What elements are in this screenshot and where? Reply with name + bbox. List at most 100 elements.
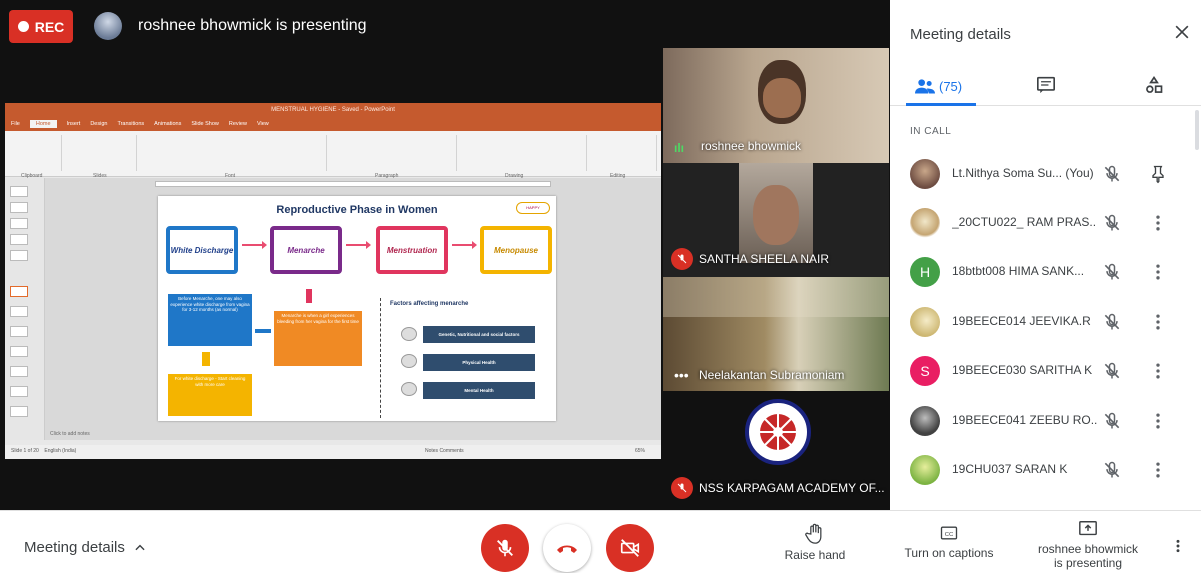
recording-badge[interactable]: REC: [9, 10, 73, 43]
activities-icon[interactable]: [1144, 75, 1164, 95]
tab-people[interactable]: (75): [915, 78, 962, 94]
meeting-details-panel: Meeting details (75) IN CALL Lt.Nithya S…: [890, 0, 1201, 510]
raise-hand-label: Raise hand: [784, 548, 846, 562]
dna-icon: [401, 327, 417, 341]
participant-tile[interactable]: SANTHA SHEELA NAIR: [663, 163, 889, 277]
participant-row[interactable]: _20CTU022_ RAM PRAS...: [890, 198, 1201, 248]
leave-call-button[interactable]: [543, 524, 591, 572]
note-menarche: Menarche is when a girl experiences blee…: [274, 311, 362, 366]
participant-row[interactable]: Lt.Nithya Soma Su... (You): [890, 149, 1201, 199]
hang-up-icon: [557, 545, 577, 553]
mic-off-icon: [1104, 461, 1120, 478]
slide-thumbnail-selected: [10, 286, 28, 297]
avatar: S: [910, 356, 940, 386]
ppt-tab: Insert: [66, 121, 81, 127]
panel-scrollbar[interactable]: [1195, 110, 1199, 150]
participant-name: 19BEECE014 JEEVIKA.R: [952, 314, 1091, 328]
arrow-icon: [242, 241, 267, 249]
brain-icon: [401, 382, 417, 396]
video-stage: REC roshnee bhowmick is presenting MENST…: [0, 0, 890, 510]
mic-off-indicator: [671, 248, 693, 270]
slide-thumbnail: [10, 234, 28, 245]
chat-icon[interactable]: [1036, 76, 1056, 94]
participant-name: 18btbt008 HIMA SANK...: [952, 264, 1085, 278]
chevron-up-icon: [135, 544, 145, 550]
svg-text:CC: CC: [945, 532, 953, 538]
more-vert-icon[interactable]: [1148, 411, 1168, 431]
shared-screen[interactable]: MENSTRUAL HYGIENE - Saved - PowerPoint F…: [5, 103, 661, 459]
more-dots-icon: •••: [674, 367, 689, 383]
raise-hand-button[interactable]: Raise hand: [783, 523, 847, 562]
participant-row[interactable]: 19BEECE014 JEEVIKA.R: [890, 297, 1201, 347]
tile-name: roshnee bhowmick: [701, 139, 802, 153]
section-label: IN CALL: [910, 126, 952, 137]
participant-row[interactable]: 19CHU037 SARAN K: [890, 445, 1201, 495]
mic-toggle-button[interactable]: [481, 524, 529, 572]
avatar: [910, 159, 940, 189]
participant-name-text: Lt.Nithya Soma Su...: [952, 166, 1063, 180]
more-vert-icon[interactable]: [1148, 262, 1168, 282]
ribbon-group: [62, 135, 137, 171]
slide-thumbnail: [10, 250, 28, 261]
nss-logo-icon: [745, 399, 811, 465]
tile-name: SANTHA SHEELA NAIR: [699, 252, 830, 266]
more-vert-icon[interactable]: [1170, 536, 1186, 556]
participant-name: 19BEECE041 ZEEBU RO...: [952, 413, 1097, 427]
pin-icon[interactable]: [1148, 164, 1168, 184]
status-slide-count: Slide 1 of 20: [11, 448, 39, 454]
participant-row[interactable]: S 19BEECE030 SARITHA K: [890, 346, 1201, 396]
slide-thumbnail: [10, 366, 28, 377]
ppt-title: MENSTRUAL HYGIENE - Saved - PowerPoint: [271, 107, 395, 113]
participant-row[interactable]: 19BEECE041 ZEEBU RO...: [890, 396, 1201, 446]
more-vert-icon[interactable]: [1148, 361, 1168, 381]
arrow-icon: [346, 241, 371, 249]
ribbon-group: [587, 135, 657, 171]
participant-tile[interactable]: ılı roshnee bhowmick: [663, 48, 889, 163]
participant-tile[interactable]: NSS KARPAGAM ACADEMY OF...: [663, 391, 889, 505]
presenter-banner: roshnee bhowmick is presenting: [138, 17, 367, 34]
slide-thumbnail: [10, 406, 28, 417]
ppt-tab: File: [11, 121, 20, 127]
ribbon-group: [327, 135, 457, 171]
panel-title: Meeting details: [910, 26, 1011, 43]
ppt-tab-active: Home: [29, 120, 57, 128]
more-vert-icon[interactable]: [1148, 312, 1168, 332]
participant-video: [663, 277, 889, 317]
present-screen-icon: [1079, 521, 1097, 536]
close-icon[interactable]: [1172, 22, 1192, 42]
ppt-tab: View: [256, 121, 269, 127]
down-arrow-icon: [306, 289, 312, 303]
note-yellow: For white discharge - Start cleaning wit…: [168, 374, 252, 416]
presenter-avatar: [94, 12, 122, 40]
captions-button[interactable]: CC Turn on captions: [899, 523, 999, 560]
current-slide: Reproductive Phase in Women HAPPY White …: [158, 196, 556, 421]
captions-label: Turn on captions: [904, 546, 994, 560]
avatar: [910, 208, 940, 238]
presenting-label-line2: is presenting: [1053, 556, 1123, 570]
people-icon: [915, 79, 935, 94]
active-tab-indicator: [906, 103, 976, 106]
mic-off-indicator: [671, 477, 693, 499]
camera-toggle-button[interactable]: [606, 524, 654, 572]
avatar: [910, 307, 940, 337]
meeting-details-button[interactable]: Meeting details: [24, 539, 147, 556]
ppt-ruler: [155, 181, 551, 187]
mic-off-icon: [1104, 412, 1120, 429]
slide-thumbnail: [10, 218, 28, 229]
participant-name: _20CTU022_ RAM PRAS...: [952, 215, 1097, 229]
ppt-ribbon: Clipboard Slides Font Paragraph Drawing …: [5, 131, 661, 179]
participant-name: 19BEECE030 SARITHA K: [952, 363, 1093, 377]
participant-row[interactable]: H 18btbt008 HIMA SANK...: [890, 247, 1201, 297]
note-white-discharge: Before Menarche, one may also experience…: [168, 294, 252, 346]
camera-off-icon: [620, 539, 640, 557]
slide-logo: HAPPY: [516, 202, 550, 214]
participant-tile[interactable]: ••• Neelakantan Subramoniam: [663, 277, 889, 391]
factor-row: Physical Health: [423, 354, 535, 371]
presenting-button[interactable]: roshnee bhowmick is presenting: [1032, 519, 1144, 570]
left-arrow-icon: [255, 329, 271, 333]
more-vert-icon[interactable]: [1148, 213, 1168, 233]
recording-label: REC: [34, 18, 65, 35]
arrow-icon: [452, 241, 477, 249]
more-vert-icon[interactable]: [1148, 460, 1168, 480]
ppt-tab: Animations: [154, 121, 182, 127]
